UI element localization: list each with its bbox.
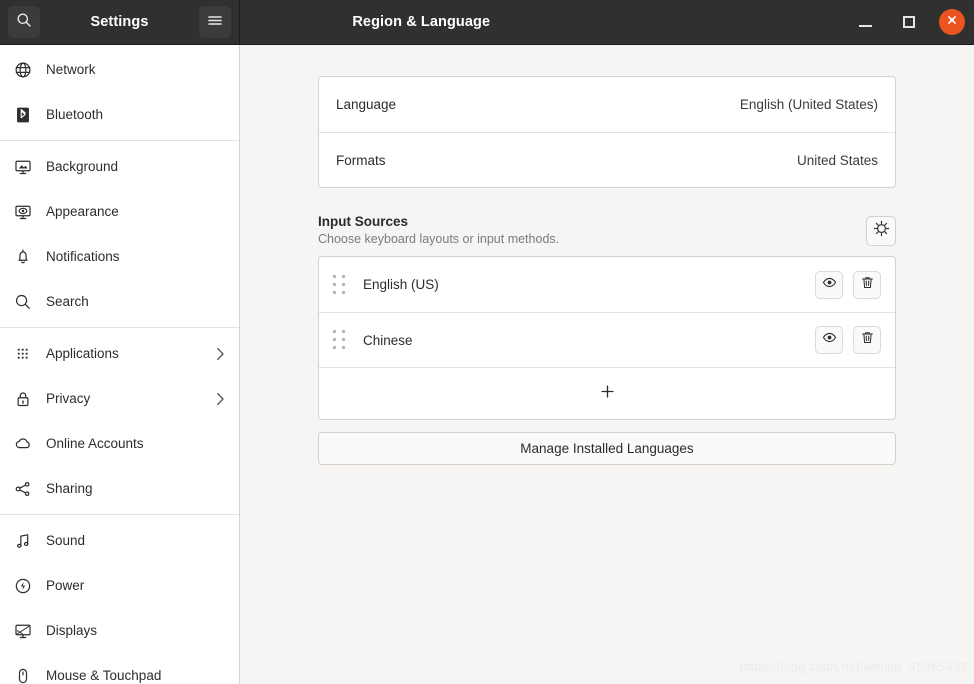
- language-formats-card: Language English (United States) Formats…: [318, 76, 896, 188]
- monitor-image-icon: [12, 156, 34, 178]
- titlebar: Settings Region & Language: [0, 0, 974, 45]
- sidebar-item-sharing[interactable]: Sharing: [0, 466, 239, 511]
- sidebar-item-sound[interactable]: Sound: [0, 518, 239, 563]
- sidebar-separator: [0, 327, 239, 328]
- formats-label: Formats: [336, 152, 386, 168]
- window-body: Network Bluetooth Background Appearance Noti…: [0, 45, 974, 684]
- sidebar-item-online-accounts[interactable]: Online Accounts: [0, 421, 239, 466]
- sidebar-item-label: Power: [46, 578, 85, 593]
- preview-layout-button[interactable]: [815, 270, 843, 299]
- app-title: Settings: [90, 14, 149, 30]
- maximize-button[interactable]: [895, 8, 923, 36]
- add-input-source-button[interactable]: [319, 367, 895, 419]
- sidebar-item-power[interactable]: Power: [0, 563, 239, 608]
- sidebar-item-label: Applications: [46, 346, 119, 361]
- globe-icon: [12, 59, 34, 81]
- language-value: English (United States): [739, 97, 878, 112]
- sidebar-item-label: Displays: [46, 623, 98, 638]
- input-sources-card: English (US) Chinese: [318, 256, 896, 420]
- sidebar-item-appearance[interactable]: Appearance: [0, 189, 239, 234]
- apps-grid-icon: [12, 343, 34, 365]
- remove-input-source-button[interactable]: [853, 326, 881, 354]
- search-button[interactable]: [8, 6, 40, 38]
- music-note-icon: [12, 530, 34, 552]
- sidebar-item-label: Sound: [46, 533, 86, 548]
- sidebar-item-applications[interactable]: Applications: [0, 331, 239, 376]
- sidebar-item-label: Online Accounts: [46, 436, 144, 451]
- sidebar-separator: [0, 514, 239, 515]
- input-source-label: English (US): [363, 277, 439, 292]
- share-nodes-icon: [12, 478, 34, 500]
- formats-value: United States: [796, 152, 878, 168]
- minimize-icon: [858, 25, 872, 27]
- sidebar-item-bluetooth[interactable]: Bluetooth: [0, 92, 239, 137]
- bluetooth-icon: [12, 104, 34, 126]
- input-source-label: Chinese: [363, 332, 413, 348]
- chevron-right-icon: [216, 347, 225, 361]
- chevron-right-icon: [216, 392, 225, 406]
- drag-handle-icon[interactable]: [331, 274, 347, 296]
- preview-layout-button[interactable]: [815, 326, 843, 354]
- remove-input-source-button[interactable]: [853, 270, 881, 299]
- search-icon: [16, 12, 32, 33]
- page-title: Region & Language: [352, 14, 491, 30]
- appearance-monitor-icon: [12, 201, 34, 223]
- close-icon: [946, 13, 958, 31]
- power-bolt-icon: [12, 575, 34, 597]
- sidebar: Network Bluetooth Background Appearance Noti…: [0, 45, 240, 684]
- sidebar-item-background[interactable]: Background: [0, 144, 239, 189]
- drag-handle-icon[interactable]: [331, 329, 347, 351]
- search-icon: [12, 291, 34, 313]
- sidebar-item-displays[interactable]: Displays: [0, 608, 239, 653]
- sidebar-item-label: Sharing: [46, 481, 93, 496]
- sidebar-item-label: Appearance: [46, 204, 119, 219]
- manage-installed-languages-button[interactable]: Manage Installed Languages: [318, 432, 896, 465]
- eye-icon: [822, 275, 837, 295]
- sidebar-separator: [0, 140, 239, 141]
- displays-icon: [12, 620, 34, 642]
- main-content: Language English (United States) Formats…: [240, 45, 974, 684]
- window-controls: [603, 0, 974, 44]
- mouse-icon: [12, 665, 34, 684]
- sidebar-item-network[interactable]: Network: [0, 47, 239, 92]
- eye-icon: [822, 330, 837, 350]
- language-label: Language: [336, 97, 397, 112]
- sidebar-item-label: Network: [46, 62, 96, 77]
- formats-row[interactable]: Formats United States: [319, 132, 895, 187]
- input-sources-subtitle: Choose keyboard layouts or input methods…: [318, 232, 560, 246]
- titlebar-sidebar-area: Settings: [0, 0, 240, 44]
- sidebar-item-label: Bluetooth: [46, 107, 104, 122]
- input-sources-header: Input Sources Choose keyboard layouts or…: [318, 214, 896, 246]
- gear-icon: [873, 220, 890, 242]
- close-button[interactable]: [939, 9, 965, 35]
- sidebar-item-label: Notifications: [46, 249, 120, 264]
- plus-icon: [600, 384, 615, 404]
- hamburger-menu-icon: [207, 13, 223, 32]
- input-sources-options-button[interactable]: [866, 216, 896, 246]
- settings-panel: Language English (United States) Formats…: [318, 45, 896, 465]
- trash-icon: [860, 330, 875, 350]
- cloud-icon: [12, 433, 34, 455]
- sidebar-item-label: Mouse & Touchpad: [46, 668, 162, 683]
- maximize-icon: [903, 16, 915, 28]
- sidebar-item-mouse-touchpad[interactable]: Mouse & Touchpad: [0, 653, 239, 684]
- input-sources-header-text: Input Sources Choose keyboard layouts or…: [318, 214, 866, 246]
- trash-icon: [860, 275, 875, 295]
- menu-button[interactable]: [199, 6, 231, 38]
- sidebar-item-notifications[interactable]: Notifications: [0, 234, 239, 279]
- sidebar-item-search[interactable]: Search: [0, 279, 239, 324]
- input-source-row[interactable]: Chinese: [319, 312, 895, 367]
- minimize-button[interactable]: [851, 8, 879, 36]
- watermark: https://blog.csdn.net/weixin_45965432: [739, 659, 968, 674]
- sidebar-item-label: Background: [46, 159, 119, 174]
- settings-window: Settings Region & Language Network Bluet…: [0, 0, 974, 684]
- bell-icon: [12, 246, 34, 268]
- sidebar-item-label: Privacy: [46, 391, 91, 406]
- sidebar-item-label: Search: [46, 294, 89, 309]
- input-sources-title: Input Sources: [318, 214, 409, 229]
- input-source-row[interactable]: English (US): [319, 257, 895, 312]
- language-row[interactable]: Language English (United States): [319, 77, 895, 132]
- sidebar-item-privacy[interactable]: Privacy: [0, 376, 239, 421]
- lock-icon: [12, 388, 34, 410]
